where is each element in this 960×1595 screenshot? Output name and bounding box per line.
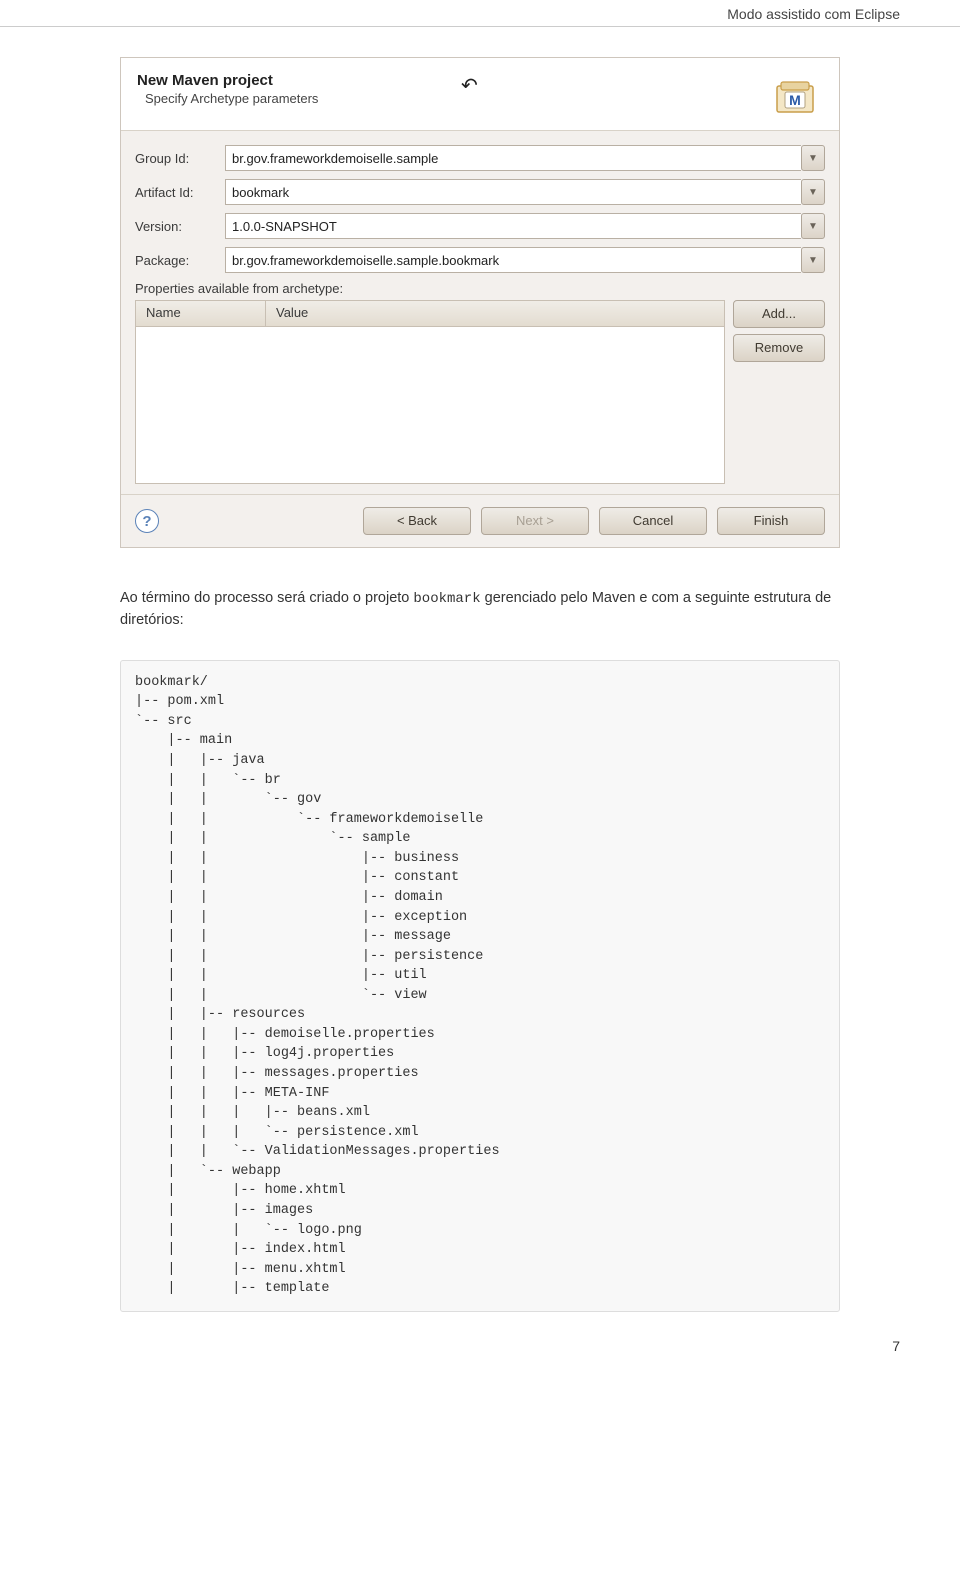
maven-icon: M <box>767 72 823 120</box>
col-name: Name <box>136 301 266 326</box>
wizard-dialog: New Maven project Specify Archetype para… <box>120 57 840 548</box>
svg-text:M: M <box>789 92 801 108</box>
package-dropdown[interactable]: ▼ <box>801 247 825 273</box>
para-code: bookmark <box>413 591 480 607</box>
package-input[interactable] <box>225 247 801 273</box>
properties-table[interactable]: Name Value <box>135 300 725 484</box>
artifact-id-dropdown[interactable]: ▼ <box>801 179 825 205</box>
dialog-title: New Maven project <box>137 72 318 89</box>
artifact-id-input[interactable] <box>225 179 801 205</box>
package-label: Package: <box>135 253 225 268</box>
version-dropdown[interactable]: ▼ <box>801 213 825 239</box>
finish-button[interactable]: Finish <box>717 507 825 535</box>
col-value: Value <box>266 301 724 326</box>
version-label: Version: <box>135 219 225 234</box>
version-input[interactable] <box>225 213 801 239</box>
group-id-input[interactable] <box>225 145 801 171</box>
artifact-id-label: Artifact Id: <box>135 185 225 200</box>
cancel-button[interactable]: Cancel <box>599 507 707 535</box>
para-pre: Ao término do processo será criado o pro… <box>120 590 413 606</box>
section-title: Modo assistido com Eclipse <box>0 0 960 27</box>
dialog-subtitle: Specify Archetype parameters <box>145 91 318 106</box>
next-button: Next > <box>481 507 589 535</box>
properties-heading: Properties available from archetype: <box>135 281 825 296</box>
help-icon[interactable]: ? <box>135 509 159 533</box>
add-button[interactable]: Add... <box>733 300 825 328</box>
dialog-header: New Maven project Specify Archetype para… <box>121 58 839 131</box>
group-id-label: Group Id: <box>135 151 225 166</box>
directory-tree: bookmark/ |-- pom.xml `-- src |-- main |… <box>120 660 840 1312</box>
page-number: 7 <box>0 1312 960 1364</box>
remove-button[interactable]: Remove <box>733 334 825 362</box>
back-button[interactable]: < Back <box>363 507 471 535</box>
group-id-dropdown[interactable]: ▼ <box>801 145 825 171</box>
paragraph: Ao término do processo será criado o pro… <box>120 588 840 632</box>
cursor-icon: ↶ <box>461 73 478 98</box>
